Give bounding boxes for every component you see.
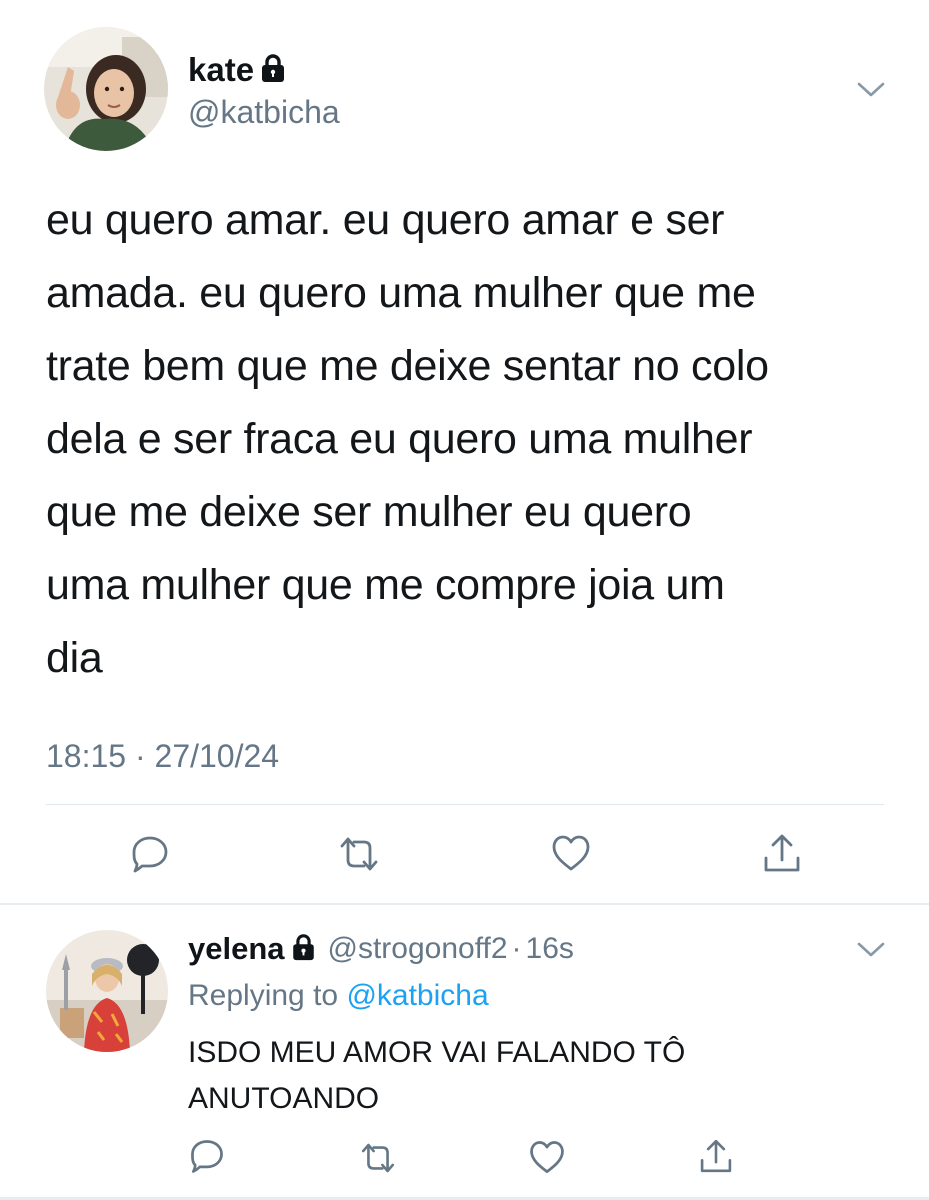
chevron-down-icon[interactable] (856, 78, 886, 100)
tweet-actions (0, 830, 929, 880)
author-handle[interactable]: @katbicha (188, 92, 340, 132)
reply-text-line: ANUTOANDO (188, 1082, 380, 1115)
reply-text-line: ISDO MEU AMOR VAI FALANDO TÔ (188, 1036, 686, 1069)
share-icon[interactable] (760, 830, 804, 876)
reply-author-display-name[interactable]: yelena (188, 931, 285, 967)
author-name-row: kate (188, 50, 286, 90)
share-icon[interactable] (696, 1136, 736, 1176)
lock-icon (291, 933, 316, 966)
tweet-date: 27/10/24 (154, 738, 280, 774)
divider (46, 804, 884, 805)
reply-author-avatar[interactable] (46, 930, 168, 1052)
reply-text: ISDO MEU AMOR VAI FALANDO TÔ ANUTOANDO (188, 1030, 888, 1122)
reply-actions (0, 1136, 929, 1180)
reply-author-name-row: yelena @strogonoff2 · 16s (188, 928, 574, 970)
replying-to-handle[interactable]: @katbicha (346, 979, 488, 1012)
like-icon[interactable] (527, 1138, 567, 1178)
tweet-time: 18:15 (46, 738, 127, 774)
tweet-text: eu quero amar. eu quero amar e ser amada… (46, 184, 906, 695)
section-divider (0, 903, 929, 905)
tweet-text-line: dia (46, 634, 103, 682)
like-icon[interactable] (549, 832, 593, 876)
tweet-text-line: eu quero amar. eu quero amar e ser (46, 196, 725, 244)
lock-icon (260, 53, 286, 88)
chevron-down-icon[interactable] (856, 938, 886, 960)
timestamp-separator: · (134, 738, 146, 774)
replying-to: Replying to @katbicha (188, 976, 489, 1016)
tweet-timestamp[interactable]: 18:15 · 27/10/24 (46, 736, 279, 776)
tweet-text-line: trate bem que me deixe sentar no colo (46, 342, 769, 390)
replying-to-prefix: Replying to (188, 979, 339, 1012)
tweet-text-line: dela e ser fraca eu quero uma mulher (46, 415, 753, 463)
reply-icon[interactable] (128, 832, 172, 876)
author-avatar[interactable] (44, 27, 168, 151)
tweet-text-line: amada. eu quero uma mulher que me (46, 269, 756, 317)
retweet-icon[interactable] (358, 1138, 398, 1178)
reply-icon[interactable] (187, 1136, 227, 1176)
author-display-name[interactable]: kate (188, 51, 254, 89)
reply-age[interactable]: 16s (526, 932, 574, 966)
tweet-text-line: uma mulher que me compre joia um (46, 561, 725, 609)
reply-separator: · (511, 932, 522, 965)
tweet-text-line: que me deixe ser mulher eu quero (46, 488, 692, 536)
reply-author-handle[interactable]: @strogonoff2 (328, 932, 508, 966)
retweet-icon[interactable] (336, 834, 382, 874)
